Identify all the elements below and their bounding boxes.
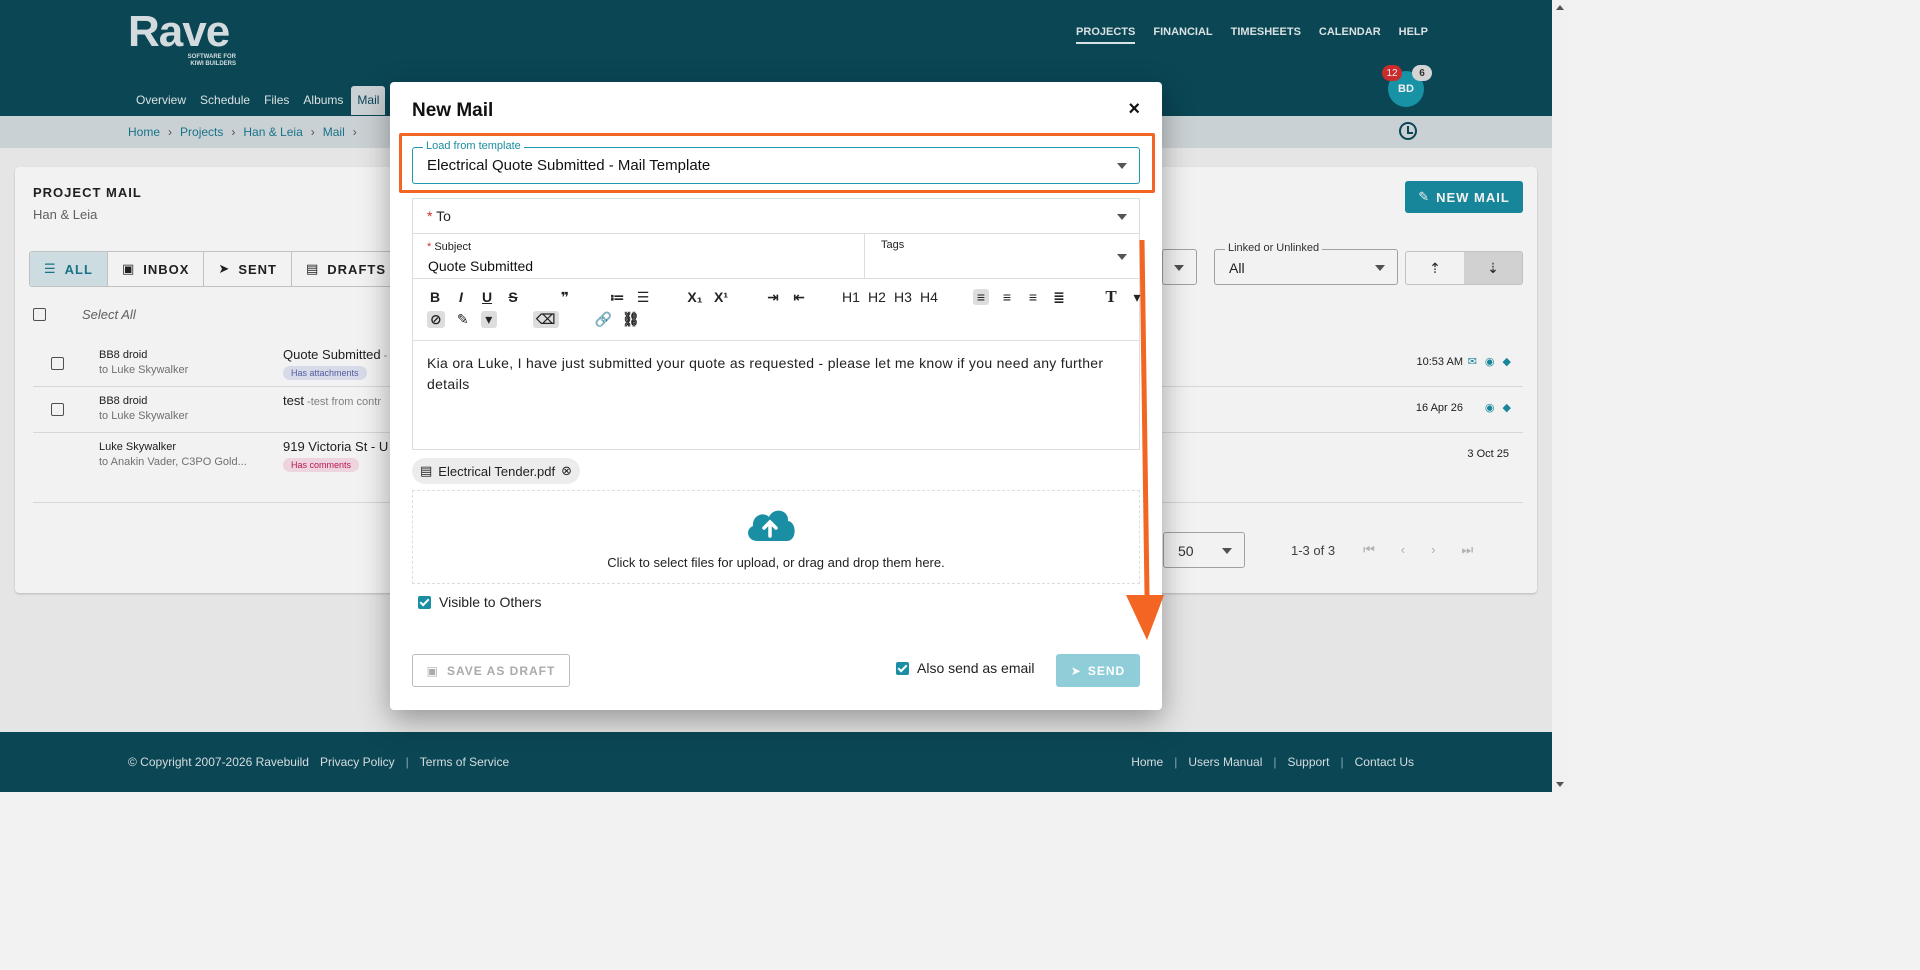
attachment-chip[interactable]: ▤ Electrical Tender.pdf ⊗: [412, 458, 581, 484]
editor-toolbar: B I U S ❞ ≔ ☰ X₁ X¹ ⇥ ⇤ H1 H2 H3 H4 ≡ ≡ …: [412, 278, 1141, 341]
align-justify-icon[interactable]: ≣: [1051, 289, 1067, 306]
cloud-upload-icon: [748, 510, 795, 541]
arrow-down-icon: [1126, 240, 1164, 640]
ordered-list-icon[interactable]: ≔: [609, 289, 625, 306]
scroll-down-icon[interactable]: [1556, 782, 1564, 787]
heading-4-button[interactable]: H4: [920, 289, 938, 305]
indent-icon[interactable]: ⇥: [765, 289, 781, 306]
underline-icon[interactable]: U: [479, 289, 495, 305]
dropzone-text: Click to select files for upload, or dra…: [607, 555, 945, 570]
close-icon[interactable]: ×: [1128, 98, 1140, 121]
blockquote-icon[interactable]: ❞: [557, 289, 573, 306]
strikethrough-icon[interactable]: S: [505, 289, 521, 305]
clear-color-icon[interactable]: ⊘: [427, 310, 445, 328]
eraser-icon[interactable]: ⌫: [532, 310, 559, 328]
file-dropzone[interactable]: Click to select files for upload, or dra…: [412, 490, 1140, 584]
bullet-list-icon[interactable]: ☰: [635, 289, 651, 306]
visible-label: Visible to Others: [439, 594, 542, 610]
align-left-icon[interactable]: ≡: [973, 289, 989, 305]
to-label-wrap: * To: [427, 208, 451, 224]
page-scrollbar[interactable]: [1552, 0, 1568, 792]
heading-2-button[interactable]: H2: [868, 289, 886, 305]
scroll-up-icon[interactable]: [1556, 5, 1564, 10]
subject-label: Subject: [434, 241, 472, 253]
align-right-icon[interactable]: ≡: [1025, 289, 1041, 305]
chevron-down-icon[interactable]: ▾: [480, 310, 497, 328]
subscript-icon[interactable]: X₁: [687, 289, 703, 305]
align-center-icon[interactable]: ≡: [999, 289, 1015, 305]
outdent-icon[interactable]: ⇤: [791, 289, 807, 306]
required-marker: *: [427, 208, 437, 224]
pdf-file-icon: ▤: [420, 463, 433, 478]
superscript-icon[interactable]: X¹: [713, 289, 729, 305]
visible-checkbox[interactable]: [418, 595, 431, 609]
italic-icon[interactable]: I: [453, 289, 469, 305]
template-highlight: [399, 133, 1155, 193]
attachment-name: Electrical Tender.pdf: [438, 463, 556, 479]
subject-field[interactable]: * Subject Quote Submitted: [412, 233, 865, 279]
unlink-icon[interactable]: ⛓: [622, 311, 640, 328]
tags-label: Tags: [881, 239, 905, 251]
draft-label: SAVE AS DRAFT: [447, 663, 556, 678]
toolbar-row-2: ⊘ ✎ ▾ ⌫ 🔗 ⛓: [427, 308, 1129, 330]
subject-value: Quote Submitted: [428, 258, 534, 274]
subject-label-wrap: * Subject: [427, 241, 471, 253]
message-editor[interactable]: Kia ora Luke, I have just submitted your…: [412, 340, 1140, 450]
send-label: SEND: [1087, 663, 1126, 678]
to-label: To: [436, 208, 451, 224]
remove-attachment-icon[interactable]: ⊗: [561, 463, 572, 479]
chevron-down-icon: [1117, 214, 1127, 220]
to-field[interactable]: * To: [412, 198, 1140, 234]
also-send-email: Also send as email: [896, 660, 1035, 676]
font-style-icon[interactable]: T: [1103, 287, 1119, 307]
send-button[interactable]: ➤ SEND: [1056, 654, 1140, 687]
send-icon: ➤: [1070, 663, 1082, 678]
link-icon[interactable]: 🔗: [595, 311, 612, 328]
highlighter-icon[interactable]: ✎: [455, 311, 471, 328]
heading-1-button[interactable]: H1: [842, 289, 860, 305]
dialog-title: New Mail: [412, 100, 494, 121]
also-email-checkbox[interactable]: [896, 661, 909, 675]
visible-to-others: Visible to Others: [418, 594, 541, 610]
also-email-label: Also send as email: [917, 660, 1035, 676]
bold-icon[interactable]: B: [427, 289, 443, 305]
save-draft-button[interactable]: ▣ SAVE AS DRAFT: [412, 654, 570, 687]
tags-field[interactable]: Tags: [865, 233, 1140, 279]
floppy-icon: ▣: [426, 663, 439, 678]
toolbar-row-1: B I U S ❞ ≔ ☰ X₁ X¹ ⇥ ⇤ H1 H2 H3 H4 ≡ ≡ …: [427, 286, 1141, 308]
heading-3-button[interactable]: H3: [894, 289, 912, 305]
